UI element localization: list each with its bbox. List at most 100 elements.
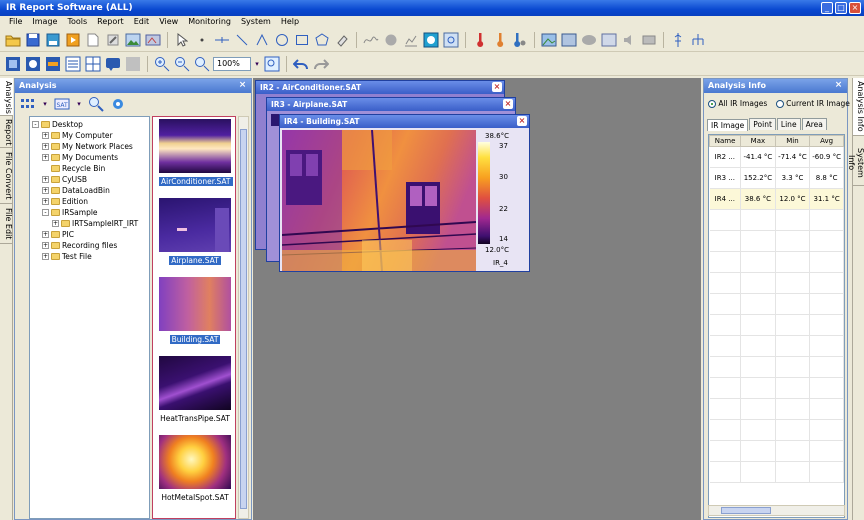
zoom-dropdown-icon[interactable]: ▾ <box>253 55 261 73</box>
usb-icon[interactable] <box>669 31 687 49</box>
eraser-icon[interactable] <box>333 31 351 49</box>
column-header-avg[interactable]: Avg <box>809 135 844 147</box>
tab-point[interactable]: Point <box>749 118 776 130</box>
line-tool-icon[interactable] <box>233 31 251 49</box>
zoom-out-icon[interactable] <box>173 55 191 73</box>
results-horizontal-scrollbar[interactable] <box>708 505 845 516</box>
zoom-fit-icon[interactable] <box>193 55 211 73</box>
thumbnail-item[interactable]: Airplane.SAT <box>159 198 231 265</box>
thumbnail-view-icon[interactable] <box>19 95 37 113</box>
tab-report[interactable]: Report <box>0 116 13 148</box>
table-row[interactable]: IR4 ... 38.6 °C 12.0 °C 31.1 °C <box>709 188 844 210</box>
video-icon[interactable] <box>640 31 658 49</box>
gear-icon[interactable] <box>109 95 127 113</box>
tab-file-edit[interactable]: File Edit <box>0 204 13 244</box>
tree-expander-icon[interactable]: + <box>52 220 59 227</box>
thermometer-red-icon[interactable] <box>471 31 489 49</box>
filter-dropdown-icon[interactable]: ▾ <box>75 95 83 113</box>
tree-item[interactable]: + DataLoadBin <box>32 185 149 196</box>
scrollbar-thumb[interactable] <box>721 507 771 514</box>
comment-icon[interactable] <box>104 55 122 73</box>
tab-analysis-info[interactable]: Analysis Info <box>853 78 864 136</box>
view-dropdown-icon[interactable]: ▾ <box>41 95 49 113</box>
contrast-icon[interactable] <box>24 55 42 73</box>
ir-window-close-icon[interactable]: × <box>517 116 527 126</box>
menu-report[interactable]: Report <box>92 16 129 29</box>
tree-item[interactable]: Recycle Bin <box>32 163 149 174</box>
tree-expander-icon[interactable]: + <box>42 198 49 205</box>
tree-expander-icon[interactable]: + <box>42 154 49 161</box>
focus-icon[interactable] <box>442 31 460 49</box>
tree-expander-icon[interactable]: + <box>42 176 49 183</box>
table-row[interactable]: IR2 ... -41.4 °C -71.4 °C -60.9 °C <box>709 146 844 168</box>
tree-item[interactable]: - IRSample <box>32 207 149 218</box>
save-as-icon[interactable] <box>44 31 62 49</box>
menu-file[interactable]: File <box>4 16 27 29</box>
tab-file-convert[interactable]: File Convert <box>0 148 13 204</box>
tab-ir-image[interactable]: IR Image <box>707 119 749 131</box>
menu-help[interactable]: Help <box>276 16 304 29</box>
picture-edit-icon[interactable] <box>560 31 578 49</box>
tree-expander-icon[interactable]: - <box>42 209 49 216</box>
column-header-min[interactable]: Min <box>774 135 811 147</box>
panel-close-icon[interactable]: × <box>237 80 248 91</box>
tree-item[interactable]: + My Network Places <box>32 141 149 152</box>
disabled-tool-icon[interactable] <box>124 55 142 73</box>
tree-item[interactable]: + Recording files <box>32 240 149 251</box>
tree-expander-icon[interactable]: + <box>42 132 49 139</box>
tree-expander-icon[interactable]: + <box>42 231 49 238</box>
speaker-icon[interactable] <box>620 31 638 49</box>
tree-item[interactable]: + My Documents <box>32 152 149 163</box>
tree-expander-icon[interactable]: - <box>32 121 39 128</box>
menu-image[interactable]: Image <box>27 16 62 29</box>
tree-expander-icon[interactable]: + <box>42 143 49 150</box>
hline-tool-icon[interactable] <box>213 31 231 49</box>
thumbnail-scrollbar[interactable] <box>238 116 249 519</box>
tab-system-info[interactable]: System Info <box>847 140 864 186</box>
color-bar-icon[interactable] <box>44 55 62 73</box>
thermometer-orange-icon[interactable] <box>491 31 509 49</box>
compare-image-icon[interactable] <box>144 31 162 49</box>
scrollbar-thumb[interactable] <box>240 129 247 509</box>
column-header-name[interactable]: Name <box>709 135 742 147</box>
save-icon[interactable] <box>24 31 42 49</box>
open-folder-icon[interactable] <box>4 31 22 49</box>
tree-item[interactable]: + PIC <box>32 229 149 240</box>
column-header-max[interactable]: Max <box>740 135 776 147</box>
tree-item[interactable]: + CyUSB <box>32 174 149 185</box>
circle-tool-icon[interactable] <box>273 31 291 49</box>
menu-edit[interactable]: Edit <box>129 16 155 29</box>
list-view-icon[interactable] <box>64 55 82 73</box>
tree-item[interactable]: + My Computer <box>32 130 149 141</box>
pointer-icon[interactable] <box>173 31 191 49</box>
tab-line[interactable]: Line <box>776 118 801 130</box>
thumbnail-item[interactable]: HeatTransPipe.SAT <box>159 356 231 423</box>
palette-icon[interactable] <box>422 31 440 49</box>
sat-file-icon[interactable]: SAT <box>53 95 71 113</box>
close-button[interactable]: × <box>849 2 861 14</box>
network-tree-icon[interactable] <box>689 31 707 49</box>
thermometer-settings-icon[interactable] <box>511 31 529 49</box>
polygon-tool-icon[interactable] <box>313 31 331 49</box>
curve-icon[interactable] <box>362 31 380 49</box>
ir-window-close-icon[interactable]: × <box>492 82 502 92</box>
panel-close-icon[interactable]: × <box>833 80 844 91</box>
minimize-button[interactable]: _ <box>821 2 833 14</box>
current-image-radio[interactable] <box>775 100 784 108</box>
maximize-button[interactable]: □ <box>835 2 847 14</box>
ellipse-icon[interactable] <box>580 31 598 49</box>
tab-area[interactable]: Area <box>801 118 827 130</box>
chart-icon[interactable] <box>402 31 420 49</box>
polyline-tool-icon[interactable] <box>253 31 271 49</box>
edit-icon[interactable] <box>104 31 122 49</box>
tab-analysis[interactable]: Analysis <box>0 78 13 116</box>
tree-item[interactable]: + Test File <box>32 251 149 262</box>
thumbnail-item[interactable]: Building.SAT <box>159 277 231 344</box>
thumbnail-item[interactable]: HotMetalSpot.SAT <box>159 435 231 502</box>
tree-expander-icon[interactable]: + <box>42 242 49 249</box>
point-tool-icon[interactable] <box>193 31 211 49</box>
tree-item[interactable]: + IRTSampleIRT_IRT <box>32 218 149 229</box>
photo-gallery-icon[interactable] <box>540 31 558 49</box>
menu-system[interactable]: System <box>236 16 276 29</box>
search-icon[interactable] <box>87 95 105 113</box>
